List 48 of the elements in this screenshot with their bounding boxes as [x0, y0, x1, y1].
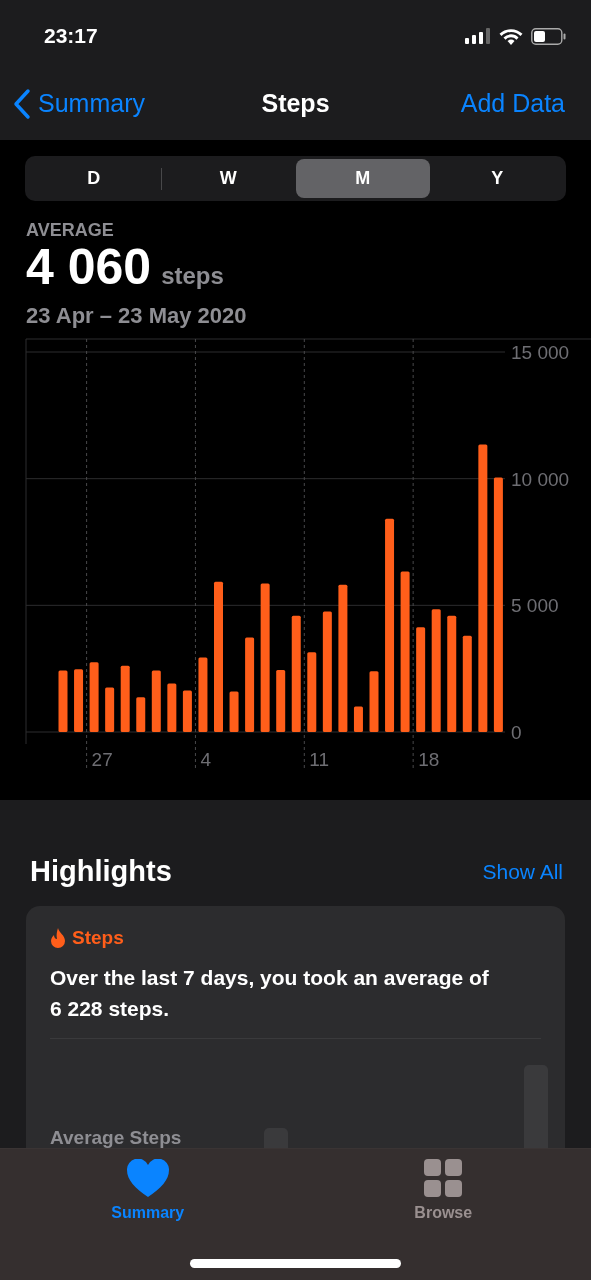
average-label: AVERAGE	[26, 219, 115, 241]
back-chevron-icon	[12, 88, 32, 120]
tab-bar-item[interactable]: Browse	[295, 1149, 591, 1225]
step-bar	[276, 669, 286, 732]
step-bar	[167, 683, 177, 732]
segment-tab[interactable]: Y	[430, 159, 564, 198]
date-range: 23 Apr – 23 May 2020	[26, 302, 248, 330]
grid-icon	[424, 1159, 463, 1197]
highlight-card[interactable]: Steps Over the last 7 days, you took an average of 6 228 steps. Average Steps	[26, 905, 565, 1150]
battery-icon	[531, 27, 567, 45]
highlight-text: Over the last 7 days, you took an average of 6 228 steps.	[50, 965, 490, 1022]
step-bar	[182, 690, 192, 732]
page-title: Steps	[261, 88, 330, 120]
signal-icon	[465, 28, 491, 44]
step-bar	[369, 671, 379, 732]
y-axis-label: 10 000	[511, 468, 570, 490]
step-bar	[74, 669, 84, 732]
step-bar	[120, 665, 130, 732]
step-bar	[229, 691, 239, 732]
show-all-link[interactable]: Show All	[482, 856, 563, 888]
heart-icon	[126, 1159, 169, 1197]
wifi-icon	[499, 27, 523, 45]
average-unit: steps	[161, 261, 224, 291]
y-axis-label: 0	[511, 722, 522, 743]
step-bar	[89, 662, 99, 732]
highlight-category: Steps	[72, 925, 124, 950]
y-axis-label: 5 000	[511, 595, 559, 617]
x-axis-label: 4	[200, 749, 212, 770]
x-axis-label: 11	[309, 749, 330, 770]
flame-icon	[50, 927, 66, 948]
step-bar	[105, 687, 115, 732]
tab-bar-item[interactable]: Summary	[0, 1149, 296, 1225]
segment-tab[interactable]: W	[161, 159, 295, 198]
y-axis-label: 15 000	[511, 342, 570, 363]
chart-label: Average Steps	[50, 1127, 182, 1149]
x-axis-label: 27	[91, 749, 113, 770]
average-value: 4 060	[26, 241, 152, 293]
add-data-button[interactable]: Add Data	[460, 85, 565, 123]
back-button[interactable]: Summary	[12, 85, 145, 123]
step-bar	[58, 670, 68, 732]
step-bar	[353, 706, 363, 732]
status-time: 23:17	[44, 23, 98, 50]
step-bar	[151, 670, 161, 732]
section-title: Highlights	[30, 854, 172, 889]
segment-tab[interactable]: M	[296, 159, 430, 198]
segment-tab[interactable]: D	[27, 159, 161, 198]
step-bar	[136, 697, 146, 732]
x-axis-label: 18	[418, 749, 440, 770]
